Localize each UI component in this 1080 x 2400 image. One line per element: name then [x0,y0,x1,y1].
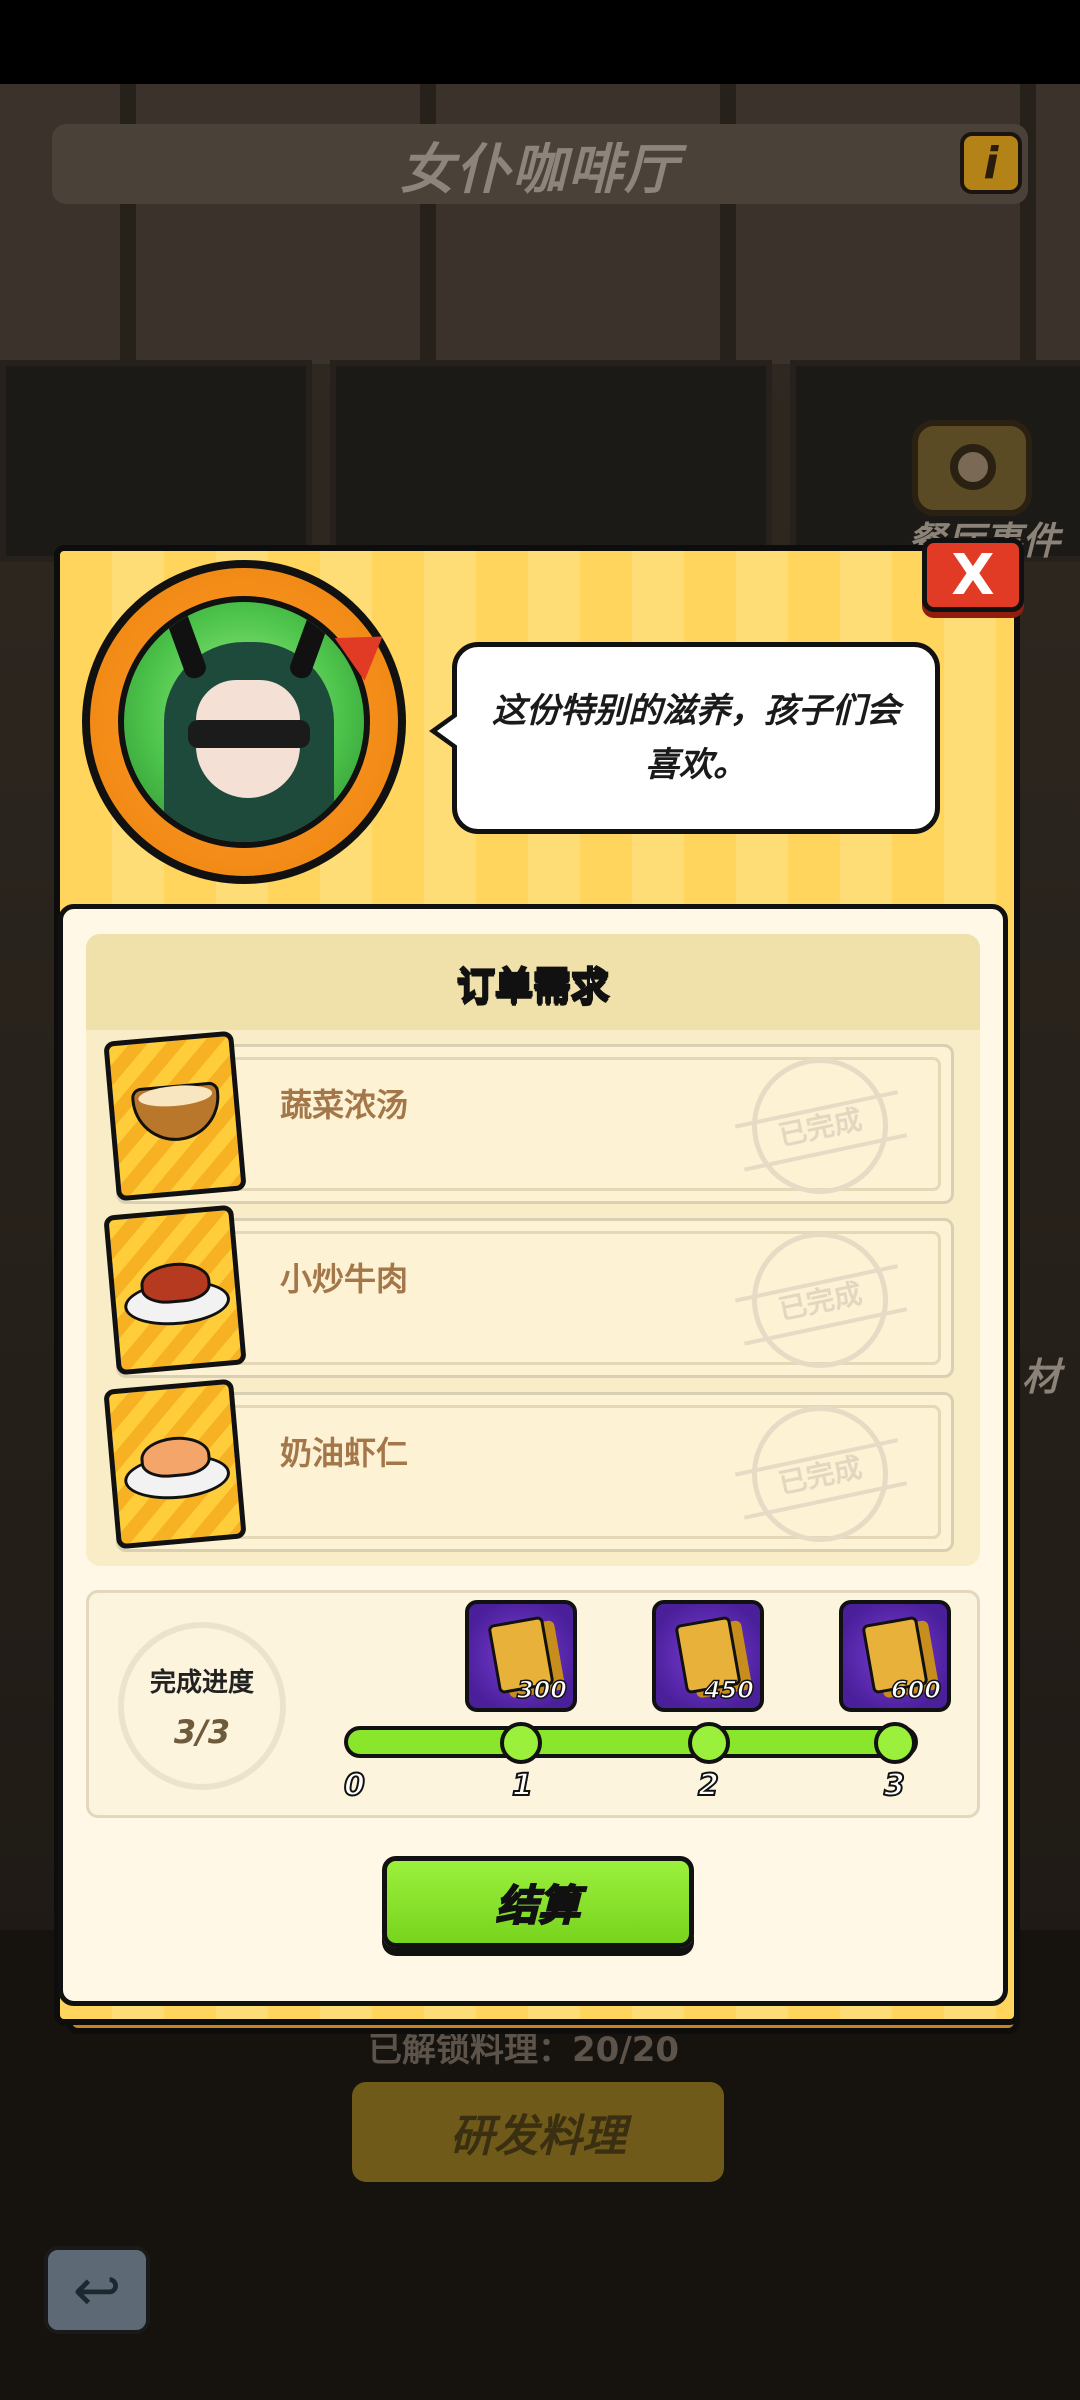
reward-chest[interactable]: 450 [652,1600,764,1712]
order-requirements-header: 订单需求 [86,934,980,1030]
settle-button-label: 结算 [495,1880,581,1931]
reward-amount: 600 [890,1675,942,1705]
horn-icon [157,602,209,682]
progress-tick: 2 [697,1767,720,1804]
header-bar: 女仆咖啡厅 i [52,124,1028,204]
progress-value: 3/3 [173,1712,231,1751]
ingredients-label[interactable]: 材 [1022,1346,1060,1401]
speech-text: 这份特别的滋养，孩子们会喜欢。 [492,691,900,785]
settle-button[interactable]: 结算 [382,1856,694,1948]
order-name: 小炒牛肉 [280,1260,409,1298]
soup-bowl-icon [103,1030,247,1202]
info-button[interactable]: i [960,132,1022,194]
avatar-portrait [118,596,370,848]
develop-dish-button[interactable]: 研发料理 [352,2082,724,2182]
close-button[interactable]: X [922,538,1024,612]
back-button[interactable]: ↩ [44,2246,150,2334]
order-requirements-title: 订单需求 [456,963,610,1009]
page-title: 女仆咖啡厅 [400,137,680,201]
develop-dish-label: 研发料理 [450,2111,626,2162]
progress-track [344,1726,918,1758]
creamy-shrimp-icon [103,1378,247,1550]
avatar-blindfold [188,720,310,748]
camera-icon[interactable] [912,420,1032,516]
progress-counter: 完成进度 3/3 [118,1622,286,1790]
progress-node [500,1722,542,1764]
status-bar [0,0,1080,84]
progress-title: 完成进度 [149,1667,254,1698]
progress-tick: 1 [511,1767,534,1804]
reward-amount: 300 [516,1675,568,1705]
stir-fried-beef-icon [103,1204,247,1376]
progress-tick: 3 [883,1767,906,1804]
reward-amount: 450 [703,1675,755,1705]
reward-chest[interactable]: 600 [839,1600,951,1712]
speech-bubble: 这份特别的滋养，孩子们会喜欢。 [429,642,940,834]
progress-tick: 0 [343,1767,366,1804]
reward-chest[interactable]: 300 [465,1600,577,1712]
back-arrow-icon: ↩ [72,2256,122,2324]
character-avatar [82,560,406,884]
bowl-shape [130,1081,224,1145]
progress-node [874,1722,916,1764]
order-name: 蔬菜浓汤 [280,1086,409,1124]
progress-node [688,1722,730,1764]
order-name: 奶油虾仁 [280,1434,409,1472]
